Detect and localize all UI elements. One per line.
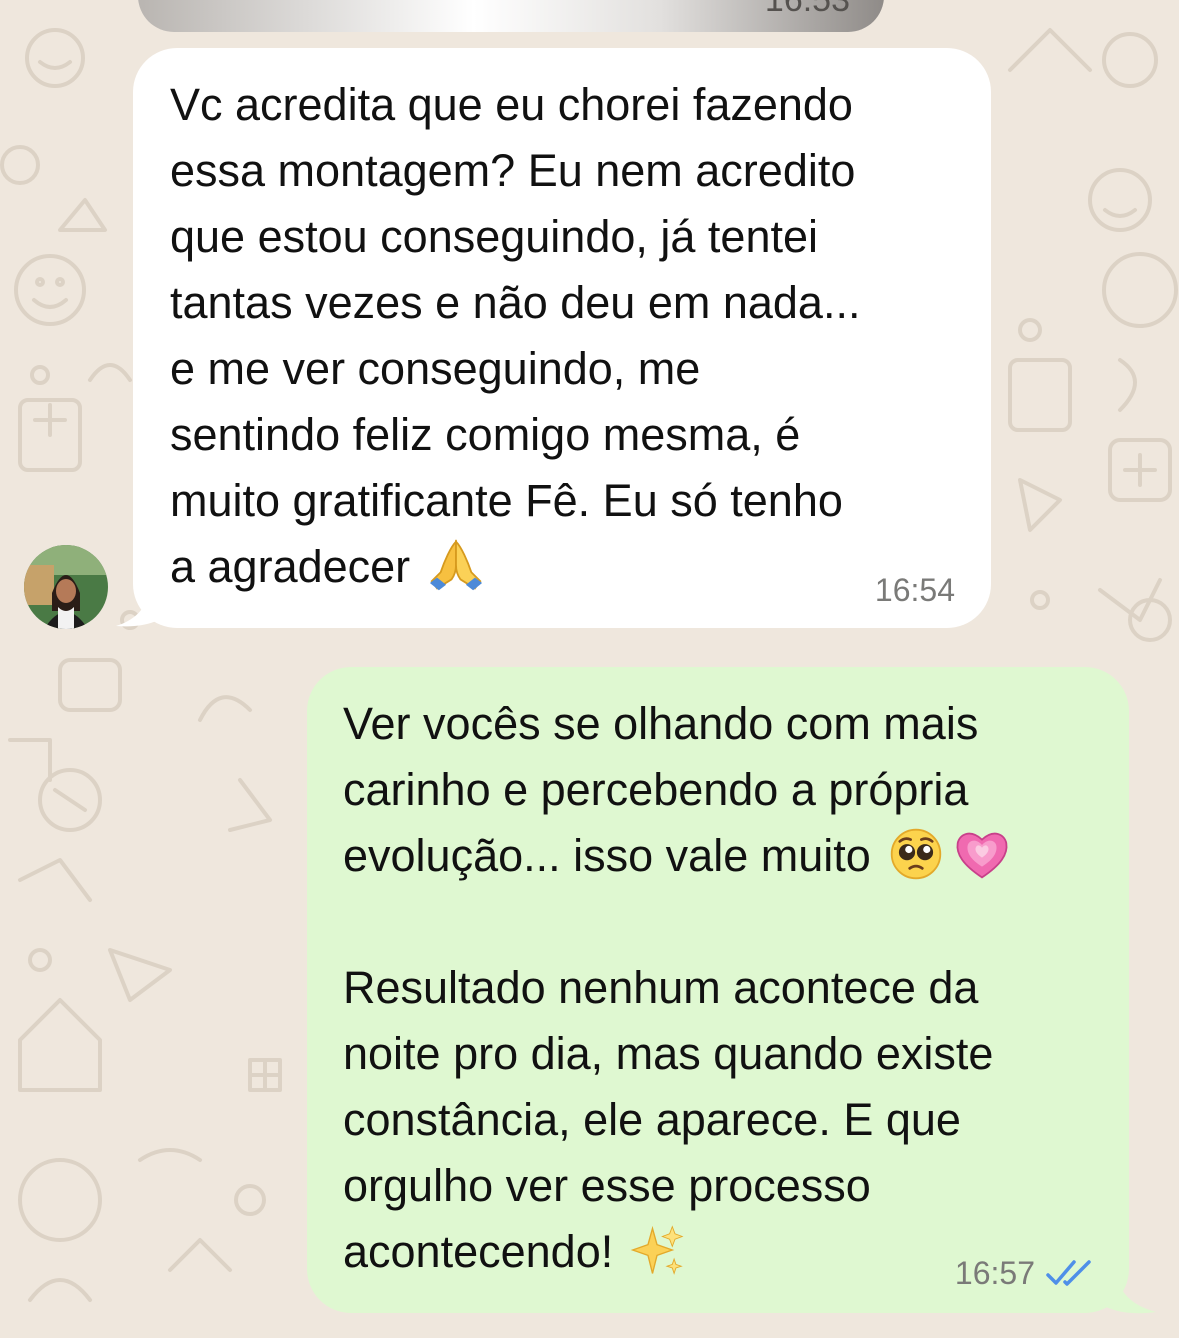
growing-heart-emoji	[956, 832, 1008, 879]
outgoing-message-time: 16:57	[954, 1255, 1035, 1291]
contact-avatar[interactable]	[24, 545, 108, 629]
incoming-line: e me ver conseguindo, me	[170, 343, 701, 394]
outgoing-message-text: Ver vocês se olhando com mais carinho e …	[343, 691, 1099, 1285]
sparkles-emoji	[630, 1225, 684, 1275]
incoming-line: a agradecer	[170, 541, 411, 592]
incoming-message-text: Vc acredita que eu chorei fazendo essa m…	[170, 72, 955, 600]
incoming-message-bubble[interactable]: Vc acredita que eu chorei fazendo essa m…	[133, 48, 991, 628]
incoming-line: muito gratificante Fê. Eu só tenho	[170, 475, 843, 526]
date-time-pill: 16:53	[138, 0, 884, 32]
outgoing-line: carinho e percebendo a própria	[343, 764, 969, 815]
double-check-read-icon	[1046, 1260, 1091, 1286]
pill-time: 16:53	[764, 0, 850, 19]
incoming-line: essa montagem? Eu nem acredito	[170, 145, 856, 196]
folded-hands-emoji	[429, 539, 482, 591]
pleading-face-emoji	[891, 828, 942, 880]
outgoing-line: evolução... isso vale muito	[343, 830, 871, 881]
outgoing-line: acontecendo!	[343, 1226, 614, 1277]
incoming-line: Vc acredita que eu chorei fazendo	[170, 79, 853, 130]
incoming-line: sentindo feliz comigo mesma, é	[170, 409, 801, 460]
incoming-message-meta: 16:54	[875, 570, 955, 610]
outgoing-line: orgulho ver esse processo	[343, 1160, 871, 1211]
outgoing-line: constância, ele aparece. E que	[343, 1094, 961, 1145]
outgoing-line: Resultado nenhum acontece da	[343, 962, 979, 1013]
incoming-line: tantas vezes e não deu em nada...	[170, 277, 861, 328]
incoming-message-time: 16:54	[874, 572, 955, 608]
outgoing-message-meta: 16:57	[955, 1253, 1095, 1293]
outgoing-message-bubble[interactable]: Ver vocês se olhando com mais carinho e …	[307, 667, 1129, 1313]
outgoing-line: Ver vocês se olhando com mais	[343, 698, 979, 749]
outgoing-line: noite pro dia, mas quando existe	[343, 1028, 994, 1079]
incoming-line: que estou conseguindo, já tentei	[170, 211, 818, 262]
